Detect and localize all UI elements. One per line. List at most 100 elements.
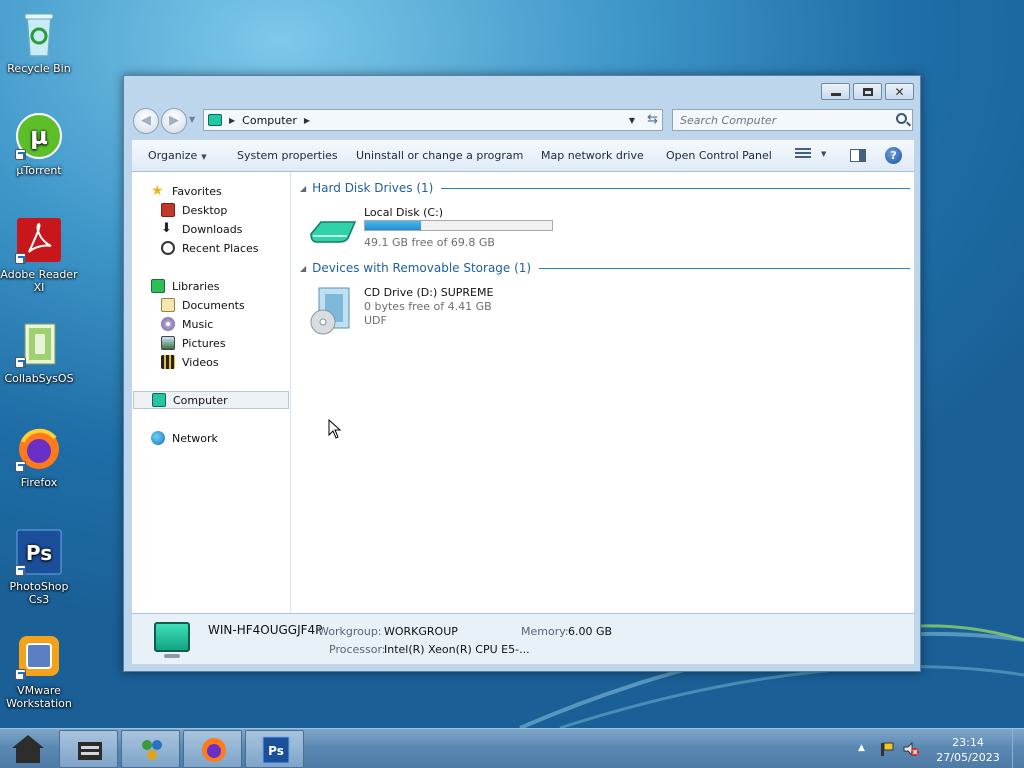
- cd-drive-icon: [310, 287, 350, 335]
- taskbar-firefox[interactable]: [183, 730, 242, 768]
- desktop-icon-recycle-bin[interactable]: Recycle Bin: [0, 10, 78, 75]
- mouse-cursor-icon: [328, 419, 342, 439]
- taskbar-network-app[interactable]: [121, 730, 180, 768]
- maximize-button[interactable]: [853, 83, 882, 100]
- workgroup-label: Workgroup:: [318, 625, 382, 638]
- breadcrumb-separator-icon[interactable]: ▶: [304, 116, 310, 125]
- search-box[interactable]: Search Computer: [672, 109, 913, 131]
- utorrent-icon: µ: [15, 112, 63, 160]
- window-controls: ✕: [821, 83, 914, 100]
- computer-name: WIN-HF4OUGGJF4P: [208, 623, 323, 637]
- network-icon: [151, 431, 165, 445]
- firefox-icon: [15, 424, 63, 472]
- group-header-removable-storage[interactable]: ◢ Devices with Removable Storage (1): [300, 260, 910, 276]
- desktop-icon-adobe-reader[interactable]: Adobe Reader XI: [0, 216, 78, 294]
- map-network-drive-button[interactable]: Map network drive: [541, 149, 644, 162]
- back-button[interactable]: ◀: [133, 108, 159, 134]
- start-button[interactable]: [6, 732, 50, 766]
- breadcrumb-separator-icon[interactable]: ▶: [229, 116, 235, 125]
- nav-item-pictures[interactable]: Pictures: [132, 334, 289, 352]
- music-icon: [161, 317, 175, 331]
- computer-icon: [208, 114, 222, 126]
- address-dropdown-icon[interactable]: ▼: [629, 116, 635, 125]
- volume-muted-icon[interactable]: [903, 741, 919, 757]
- close-button[interactable]: ✕: [885, 83, 914, 100]
- drive-cd-d[interactable]: CD Drive (D:) SUPREME 0 bytes free of 4.…: [307, 286, 567, 336]
- system-clock[interactable]: 23:14 27/05/2023: [930, 735, 1006, 765]
- maximize-icon: [862, 87, 873, 96]
- collapse-triangle-icon[interactable]: ◢: [300, 184, 306, 193]
- details-pane: WIN-HF4OUGGJF4P Workgroup: WORKGROUP Mem…: [131, 613, 915, 665]
- desktop-icon-utorrent[interactable]: µ µTorrent: [0, 112, 78, 177]
- network-users-icon: [142, 740, 162, 760]
- memory-label: Memory:: [521, 625, 569, 638]
- clock-date: 27/05/2023: [936, 751, 1000, 764]
- desktop-icon-label: µTorrent: [16, 164, 62, 177]
- pictures-icon: [161, 336, 175, 350]
- nav-item-downloads[interactable]: ⬇ Downloads: [132, 220, 289, 238]
- breadcrumb-computer[interactable]: Computer: [242, 114, 297, 127]
- nav-label: Documents: [182, 298, 245, 312]
- desktop-icon-photoshop[interactable]: Ps PhotoShop Cs3: [0, 528, 78, 606]
- recent-places-icon: [161, 241, 175, 255]
- nav-label: Computer: [173, 393, 228, 407]
- search-input[interactable]: Search Computer: [680, 114, 776, 127]
- nav-label: Favorites: [172, 184, 222, 198]
- address-bar[interactable]: ▶ Computer ▶ ▼ ⇆: [203, 109, 663, 131]
- refresh-icon[interactable]: ⇆: [647, 112, 658, 127]
- photoshop-icon: Ps: [262, 736, 290, 764]
- nav-label: Pictures: [182, 336, 226, 350]
- nav-label: Videos: [182, 355, 219, 369]
- shortcut-arrow-icon: [15, 669, 26, 680]
- system-properties-button[interactable]: System properties: [237, 149, 338, 162]
- group-title: Hard Disk Drives (1): [312, 181, 434, 195]
- show-desktop-button[interactable]: [1012, 729, 1024, 768]
- preview-pane-icon[interactable]: [850, 149, 866, 162]
- forward-button[interactable]: ▶: [161, 108, 187, 134]
- change-view-icon[interactable]: [795, 148, 811, 162]
- nav-label: Network: [172, 431, 218, 445]
- collapse-triangle-icon[interactable]: ◢: [300, 264, 306, 273]
- collabsysos-icon: [15, 320, 63, 368]
- nav-item-computer[interactable]: Computer: [133, 391, 289, 409]
- navigation-pane: ★ Favorites Desktop ⬇ Downloads Recent P…: [132, 172, 291, 613]
- nav-label: Libraries: [172, 279, 220, 293]
- nav-item-videos[interactable]: Videos: [132, 353, 289, 371]
- nav-item-favorites[interactable]: ★ Favorites: [132, 182, 289, 200]
- minimize-icon: [830, 92, 841, 96]
- desktop-icon-label: CollabSysOS: [4, 372, 74, 385]
- help-icon[interactable]: ?: [885, 147, 902, 164]
- drive-file-system: UDF: [364, 314, 387, 327]
- taskbar-photoshop[interactable]: Ps: [245, 730, 304, 768]
- file-explorer-icon: [78, 742, 102, 760]
- view-options-dropdown[interactable]: ▼: [821, 150, 826, 158]
- nav-item-documents[interactable]: Documents: [132, 296, 289, 314]
- nav-item-libraries[interactable]: Libraries: [132, 277, 289, 295]
- show-hidden-icons-button[interactable]: ▲: [858, 743, 865, 753]
- organize-button[interactable]: Organize ▼: [148, 149, 207, 162]
- taskbar: Ps ▲ 23:14 27/05/2023: [0, 728, 1024, 768]
- computer-icon: [152, 393, 166, 407]
- group-header-hard-disk-drives[interactable]: ◢ Hard Disk Drives (1): [300, 180, 910, 196]
- disk-usage-bar: [364, 220, 553, 231]
- nav-item-recent-places[interactable]: Recent Places: [132, 239, 289, 257]
- desktop-icon-vmware[interactable]: VMware Workstation: [0, 632, 78, 710]
- search-icon[interactable]: [896, 113, 907, 124]
- libraries-icon: [151, 279, 165, 293]
- taskbar-explorer[interactable]: [59, 730, 118, 768]
- uninstall-program-button[interactable]: Uninstall or change a program: [356, 149, 523, 162]
- drive-local-disk-c[interactable]: Local Disk (C:) 49.1 GB free of 69.8 GB: [307, 206, 567, 250]
- action-center-flag-icon[interactable]: [879, 741, 895, 757]
- recent-pages-dropdown[interactable]: ▼: [189, 115, 195, 124]
- nav-item-desktop[interactable]: Desktop: [132, 201, 289, 219]
- shortcut-arrow-icon: [15, 253, 26, 264]
- svg-text:Ps: Ps: [26, 541, 52, 565]
- desktop-icon-firefox[interactable]: Firefox: [0, 424, 78, 489]
- open-control-panel-button[interactable]: Open Control Panel: [666, 149, 772, 162]
- nav-item-network[interactable]: Network: [132, 429, 289, 447]
- desktop-icon-collabsysos[interactable]: CollabSysOS: [0, 320, 78, 385]
- nav-item-music[interactable]: Music: [132, 315, 289, 333]
- minimize-button[interactable]: [821, 83, 850, 100]
- firefox-icon: [202, 738, 226, 762]
- documents-icon: [161, 298, 175, 312]
